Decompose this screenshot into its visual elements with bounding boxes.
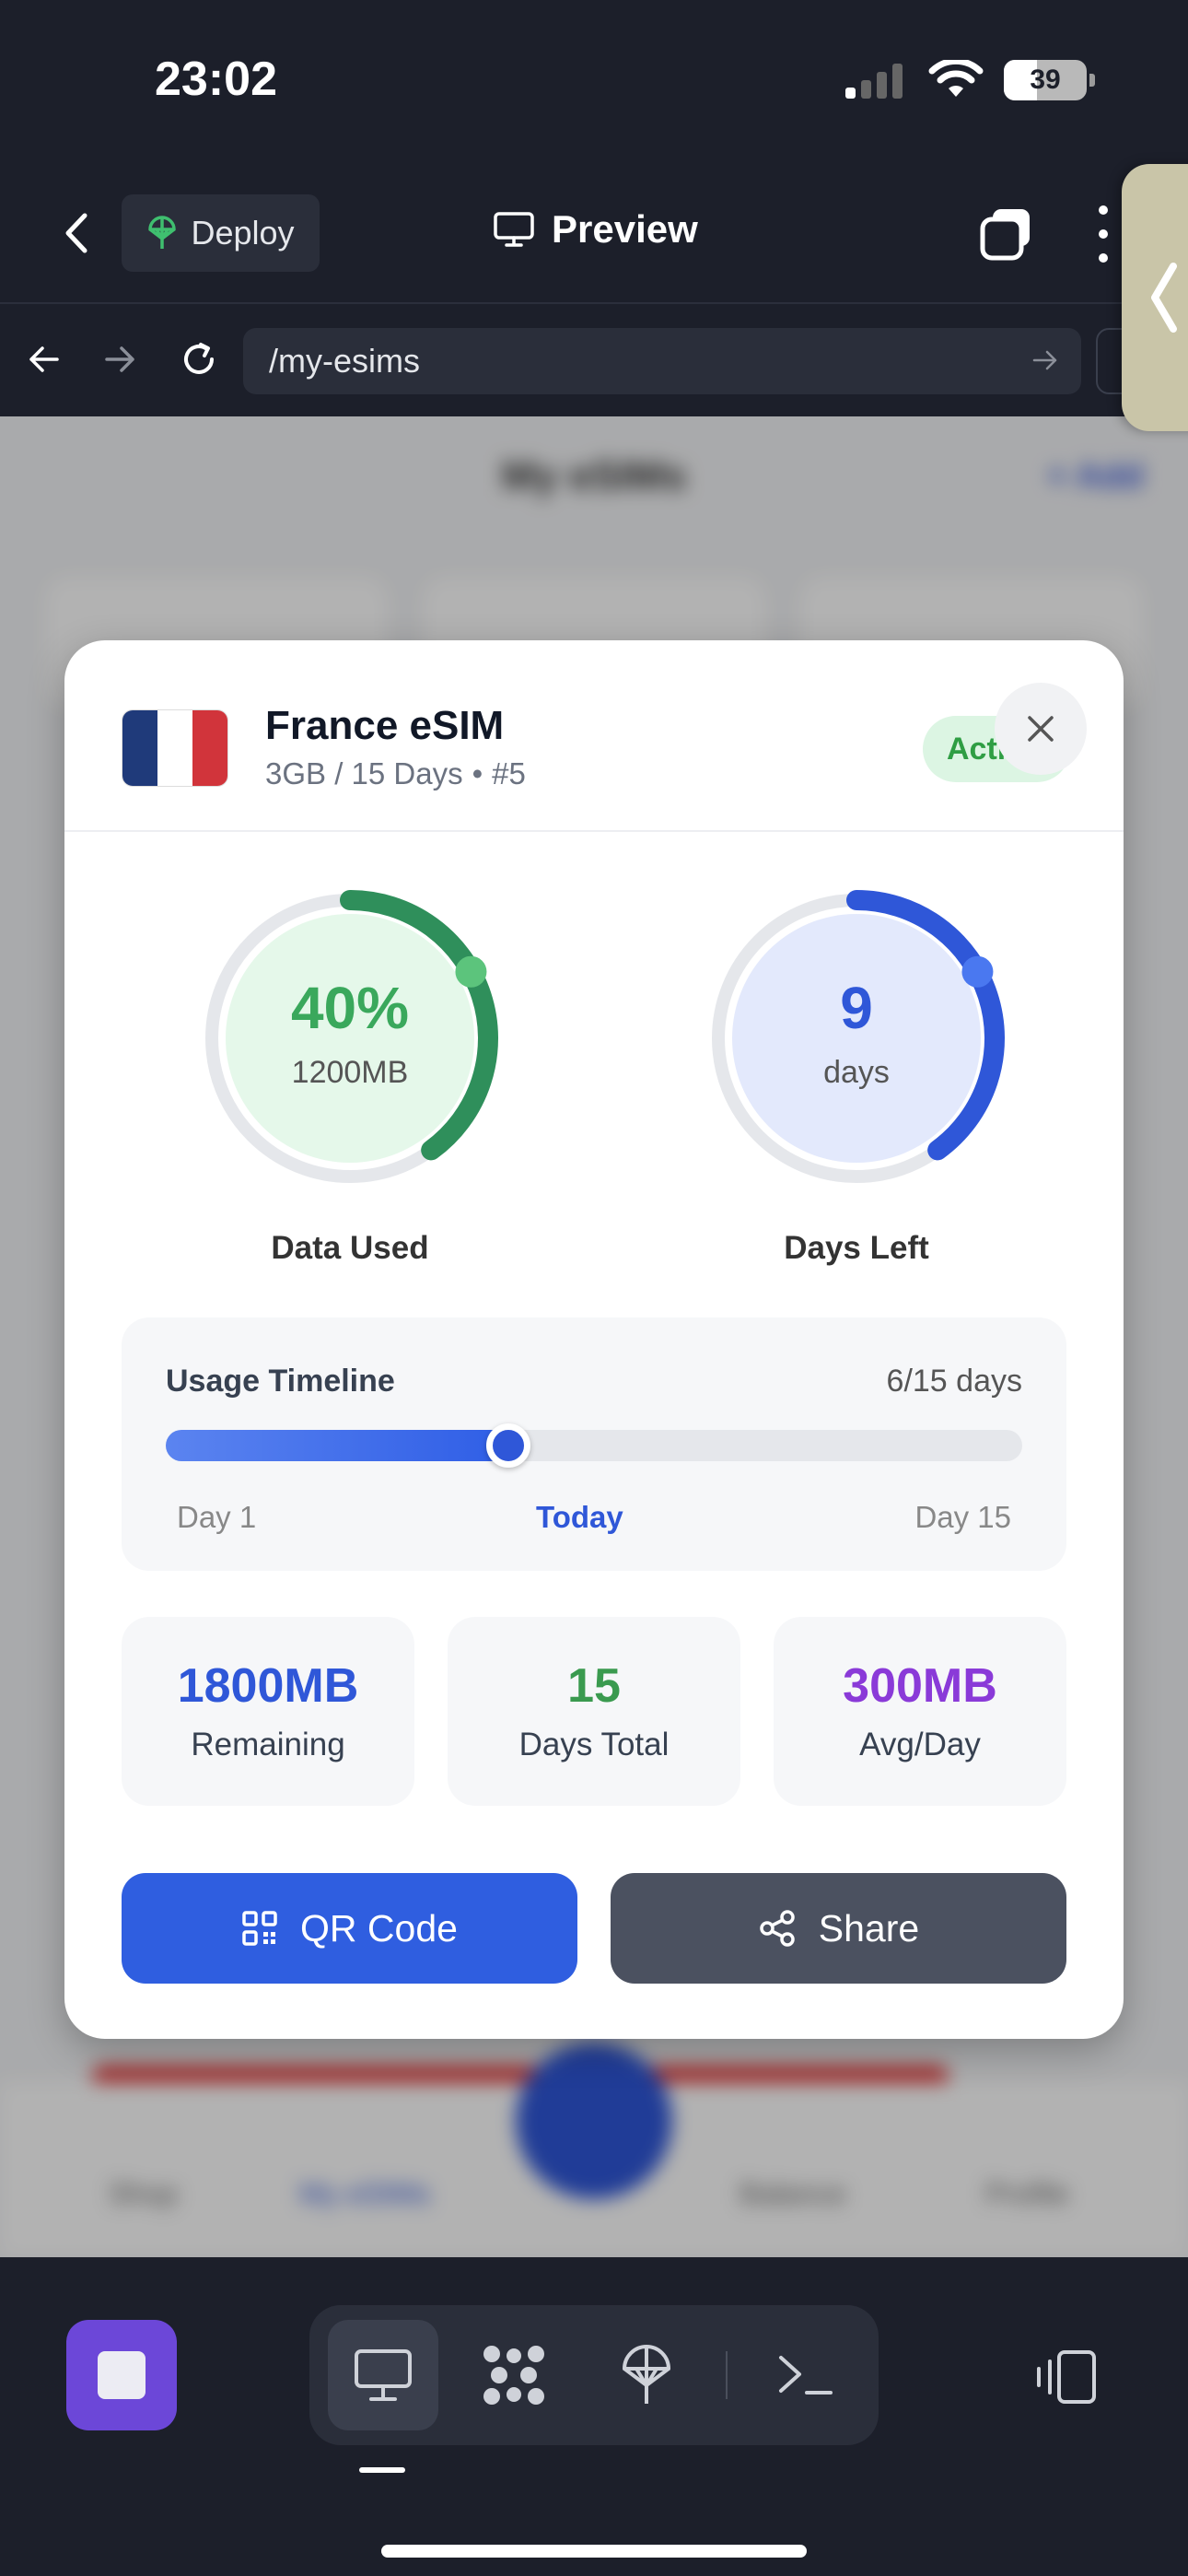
nav-back-button[interactable] [17, 332, 72, 387]
esim-title: France eSIM [265, 703, 505, 748]
deploy-button[interactable]: Deploy [122, 194, 320, 272]
tool-terminal[interactable] [750, 2320, 860, 2430]
days-left-gauge: 9 days [700, 882, 1013, 1195]
back-button[interactable] [53, 205, 99, 261]
flag-stripe [122, 710, 157, 786]
go-arrow-icon[interactable] [1030, 345, 1061, 376]
grid-icon [483, 2346, 544, 2405]
usage-timeline: Usage Timeline 6/15 days Day 1 Today Day… [122, 1317, 1066, 1571]
tabs-icon [980, 209, 1030, 261]
close-icon [1028, 716, 1054, 742]
qr-code-icon [242, 1911, 277, 1946]
close-button[interactable] [995, 683, 1087, 775]
timeline-count: 6/15 days [886, 1364, 1022, 1399]
stat-value: 15 [567, 1659, 621, 1713]
qr-code-label: QR Code [300, 1906, 458, 1950]
share-button[interactable]: Share [611, 1873, 1066, 1984]
stat-card-days-total: 15 Days Total [448, 1617, 740, 1806]
tool-separator [726, 2351, 728, 2399]
separator: • [472, 756, 483, 790]
chevron-left-icon [65, 213, 87, 253]
monitor-icon [355, 2349, 412, 2401]
stat-value: 1800MB [177, 1659, 359, 1713]
chevron-left-icon [1151, 263, 1177, 333]
timeline-fill [166, 1430, 508, 1461]
timeline-today-label: Today [536, 1500, 623, 1534]
esim-number: #5 [492, 756, 526, 790]
deploy-icon [623, 2345, 670, 2404]
reload-button[interactable] [171, 332, 227, 387]
tool-group [309, 2305, 879, 2445]
days-left-unit: days [823, 1055, 890, 1090]
timeline-end-label: Day 15 [914, 1500, 1011, 1534]
deploy-label: Deploy [191, 214, 295, 252]
data-used-gauge: 40% 1200MB [193, 882, 507, 1195]
esim-plan: 3GB / 15 Days [265, 756, 463, 790]
dot [1099, 205, 1108, 215]
modal-header: France eSIM 3GB / 15 Days • #5 Active [64, 640, 1124, 832]
dot [1099, 229, 1108, 239]
data-used-percent: 40% [290, 975, 410, 1041]
days-left-value: 9 [840, 975, 873, 1041]
arrow-right-icon [105, 346, 134, 372]
url-text: /my-esims [269, 342, 420, 380]
stat-label: Remaining [191, 1727, 345, 1762]
share-label: Share [818, 1906, 920, 1950]
dot [1099, 253, 1108, 263]
data-used-amount: 1200MB [291, 1055, 409, 1090]
preview-label: Preview [552, 207, 698, 251]
monitor-icon [494, 212, 534, 247]
nav-forward-button[interactable] [92, 332, 147, 387]
stop-icon [98, 2351, 146, 2399]
tabs-button[interactable] [978, 205, 1035, 263]
stat-card-avg-day: 300MB Avg/Day [774, 1617, 1066, 1806]
preview-tab[interactable]: Preview [493, 207, 698, 252]
battery-icon: 39 [1004, 60, 1095, 100]
data-used-label: Data Used [271, 1230, 429, 1266]
status-bar: 23:02 39 [0, 0, 1188, 161]
qr-code-button[interactable]: QR Code [122, 1873, 577, 1984]
deploy-icon [148, 216, 177, 249]
battery-level: 39 [1030, 64, 1061, 95]
status-time: 23:02 [155, 53, 277, 106]
reload-icon [184, 343, 214, 374]
bottom-toolbar [0, 2257, 1188, 2576]
more-menu-button[interactable] [1094, 205, 1112, 263]
esim-detail-modal: France eSIM 3GB / 15 Days • #5 Active 40% … [64, 640, 1124, 2039]
stat-card-remaining: 1800MB Remaining [122, 1617, 414, 1806]
esim-subtitle: 3GB / 15 Days • #5 [265, 756, 526, 791]
wifi-icon [928, 60, 984, 97]
device-rotate-icon [1037, 2350, 1096, 2404]
days-left-label: Days Left [784, 1230, 929, 1266]
browser-bar: /my-esims [0, 304, 1188, 416]
terminal-icon [779, 2356, 833, 2395]
url-input[interactable]: /my-esims [243, 328, 1081, 394]
timeline-track [166, 1423, 1022, 1468]
timeline-thumb[interactable] [486, 1423, 530, 1468]
timeline-title: Usage Timeline [166, 1364, 395, 1399]
flag-stripe [192, 710, 227, 786]
stop-button[interactable] [66, 2320, 177, 2430]
france-flag-icon [122, 709, 228, 787]
app-header: Deploy Preview [0, 161, 1188, 304]
tool-preview[interactable] [328, 2320, 438, 2430]
arrow-left-icon [29, 346, 59, 372]
active-tool-indicator [359, 2467, 405, 2473]
stat-label: Days Total [518, 1727, 670, 1762]
home-indicator [381, 2545, 807, 2558]
share-icon [760, 1910, 795, 1947]
timeline-start-label: Day 1 [177, 1500, 257, 1534]
side-panel-handle[interactable] [1122, 164, 1188, 431]
tool-apps[interactable] [459, 2320, 569, 2430]
flag-stripe [157, 710, 192, 786]
tool-deploy[interactable] [591, 2320, 702, 2430]
cellular-signal-icon [845, 64, 903, 99]
status-icons: 39 [844, 57, 1095, 103]
stat-value: 300MB [843, 1659, 997, 1713]
stat-label: Avg/Day [859, 1727, 981, 1762]
device-toggle-button[interactable] [1030, 2340, 1103, 2414]
